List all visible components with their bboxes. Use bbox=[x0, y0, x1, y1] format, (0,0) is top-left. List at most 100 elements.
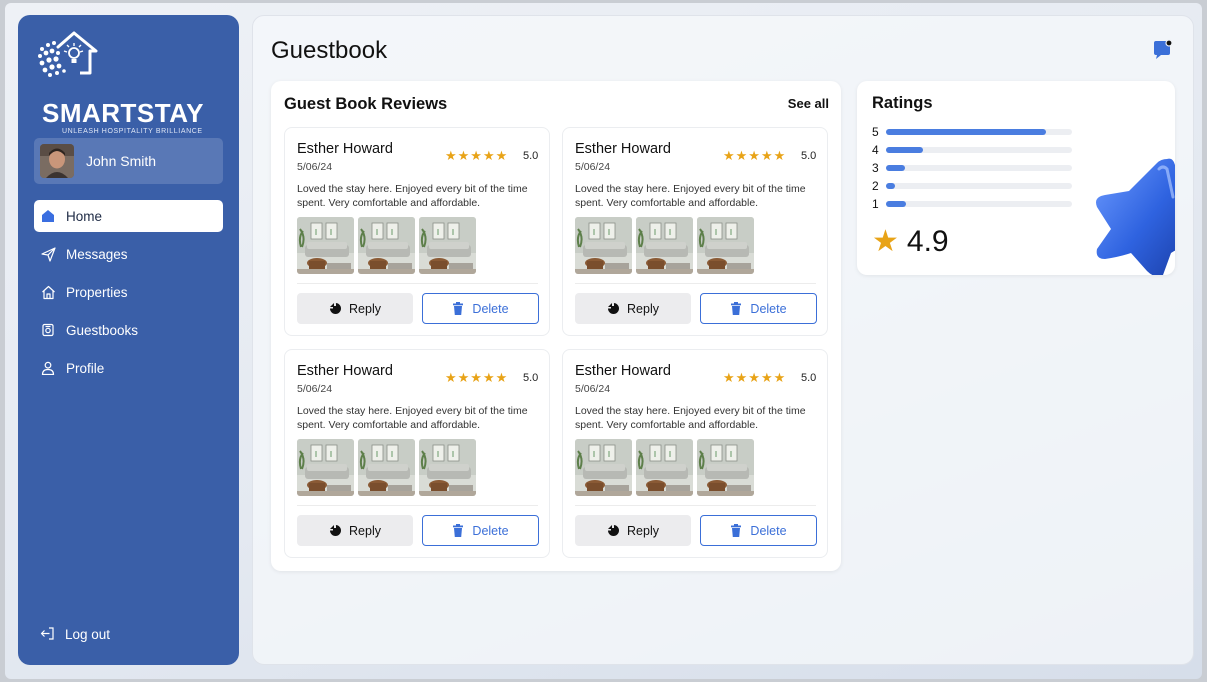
page-title: Guestbook bbox=[271, 37, 388, 64]
review-card: Esther Howard 5/06/24 ★★★★★ 5.0 Loved th… bbox=[284, 349, 550, 558]
delete-button[interactable]: Delete bbox=[422, 293, 539, 324]
review-photo[interactable] bbox=[575, 217, 632, 274]
review-photo[interactable] bbox=[636, 439, 693, 496]
reply-label: Reply bbox=[627, 301, 659, 316]
rating-bar-fill bbox=[886, 147, 924, 153]
rating-row-2: 2 bbox=[872, 179, 1072, 193]
review-stars: ★★★★★ bbox=[723, 148, 787, 163]
rating-row-4: 4 bbox=[872, 143, 1072, 157]
rating-label: 5 bbox=[872, 125, 879, 139]
rating-bar-fill bbox=[886, 165, 905, 171]
review-date: 5/06/24 bbox=[297, 161, 333, 173]
delete-button[interactable]: Delete bbox=[700, 515, 817, 546]
sidebar-item-home[interactable]: Home bbox=[34, 200, 223, 232]
review-photo[interactable] bbox=[297, 439, 354, 496]
review-card: Esther Howard 5/06/24 ★★★★★ 5.0 Loved th… bbox=[562, 349, 828, 558]
reply-button[interactable]: Reply bbox=[575, 293, 691, 324]
reviewer-name: Esther Howard bbox=[575, 363, 671, 379]
delete-button[interactable]: Delete bbox=[422, 515, 539, 546]
rating-label: 2 bbox=[872, 179, 879, 193]
reply-label: Reply bbox=[627, 523, 659, 538]
rating-label: 3 bbox=[872, 161, 879, 175]
reviews-title: Guest Book Reviews bbox=[284, 95, 448, 113]
delete-label: Delete bbox=[750, 301, 787, 316]
trash-icon bbox=[452, 302, 465, 315]
sidebar: SMARTSTAY UNLEASH HOSPITALITY BRILLIANCE… bbox=[18, 15, 239, 665]
card-divider bbox=[575, 283, 816, 284]
review-text: Loved the stay here. Enjoyed every bit o… bbox=[575, 183, 806, 209]
see-all-link[interactable]: See all bbox=[788, 96, 829, 111]
reply-button[interactable]: Reply bbox=[297, 515, 413, 546]
review-photo[interactable] bbox=[697, 217, 754, 274]
rating-bar-track bbox=[886, 165, 1072, 171]
sidebar-item-messages[interactable]: Messages bbox=[34, 238, 223, 270]
sidebar-item-label: Messages bbox=[66, 246, 128, 262]
review-photo[interactable] bbox=[636, 217, 693, 274]
review-photo[interactable] bbox=[419, 439, 476, 496]
sidebar-item-guestbooks[interactable]: Guestbooks bbox=[34, 314, 223, 346]
reply-label: Reply bbox=[349, 523, 381, 538]
logout-button[interactable]: Log out bbox=[40, 626, 110, 642]
review-date: 5/06/24 bbox=[575, 161, 611, 173]
logout-label: Log out bbox=[65, 626, 111, 642]
review-photo[interactable] bbox=[297, 217, 354, 274]
house-outline-icon bbox=[40, 284, 56, 300]
delete-label: Delete bbox=[472, 301, 509, 316]
sidebar-item-profile[interactable]: Profile bbox=[34, 352, 223, 384]
chat-bubble-icon[interactable] bbox=[1152, 39, 1174, 61]
reviewer-name: Esther Howard bbox=[297, 363, 393, 379]
average-rating: ★ 4.9 bbox=[872, 225, 949, 259]
average-rating-value: 4.9 bbox=[906, 225, 949, 258]
home-icon bbox=[40, 208, 56, 224]
sidebar-item-label: Profile bbox=[66, 360, 105, 376]
sidebar-item-label: Guestbooks bbox=[66, 322, 139, 338]
review-score: 5.0 bbox=[523, 150, 539, 162]
star-icon: ★ bbox=[872, 225, 899, 258]
trash-icon bbox=[730, 302, 743, 315]
reply-icon bbox=[329, 302, 342, 315]
review-photos bbox=[297, 439, 476, 496]
rating-bar-track bbox=[886, 147, 1072, 153]
rating-bar-track bbox=[886, 183, 1072, 189]
review-stars: ★★★★★ bbox=[723, 370, 787, 385]
review-text: Loved the stay here. Enjoyed every bit o… bbox=[575, 405, 806, 431]
review-card: Esther Howard 5/06/24 ★★★★★ 5.0 Loved th… bbox=[284, 127, 550, 336]
review-text: Loved the stay here. Enjoyed every bit o… bbox=[297, 183, 528, 209]
review-stars: ★★★★★ bbox=[445, 148, 509, 163]
reply-icon bbox=[607, 524, 620, 537]
review-date: 5/06/24 bbox=[575, 383, 611, 395]
avatar bbox=[40, 144, 74, 178]
rating-row-1: 1 bbox=[872, 197, 1072, 211]
sidebar-nav: Home Messages Properties Guestbooks Prof… bbox=[34, 200, 223, 390]
review-photo[interactable] bbox=[419, 217, 476, 274]
delete-label: Delete bbox=[472, 523, 509, 538]
logout-icon bbox=[40, 626, 56, 642]
rating-bar-fill bbox=[886, 201, 907, 207]
rating-bar-track bbox=[886, 129, 1072, 135]
review-score: 5.0 bbox=[523, 372, 539, 384]
review-photos bbox=[297, 217, 476, 274]
review-score: 5.0 bbox=[801, 150, 817, 162]
brand-name: SMARTSTAY bbox=[42, 98, 204, 128]
review-photos bbox=[575, 439, 754, 496]
review-score: 5.0 bbox=[801, 372, 817, 384]
delete-button[interactable]: Delete bbox=[700, 293, 817, 324]
card-divider bbox=[575, 505, 816, 506]
reviewer-name: Esther Howard bbox=[575, 141, 671, 157]
review-photo[interactable] bbox=[697, 439, 754, 496]
review-photo[interactable] bbox=[358, 439, 415, 496]
delete-label: Delete bbox=[750, 523, 787, 538]
reply-button[interactable]: Reply bbox=[575, 515, 691, 546]
review-date: 5/06/24 bbox=[297, 383, 333, 395]
rating-label: 4 bbox=[872, 143, 879, 157]
reply-button[interactable]: Reply bbox=[297, 293, 413, 324]
review-photos bbox=[575, 217, 754, 274]
review-photo[interactable] bbox=[575, 439, 632, 496]
review-text: Loved the stay here. Enjoyed every bit o… bbox=[297, 405, 528, 431]
user-card[interactable]: John Smith bbox=[34, 138, 223, 184]
review-photo[interactable] bbox=[358, 217, 415, 274]
guestbook-reviews-panel: Guest Book Reviews See all Esther Howard… bbox=[271, 81, 841, 571]
sidebar-item-properties[interactable]: Properties bbox=[34, 276, 223, 308]
rating-label: 1 bbox=[872, 197, 879, 211]
trash-icon bbox=[730, 524, 743, 537]
